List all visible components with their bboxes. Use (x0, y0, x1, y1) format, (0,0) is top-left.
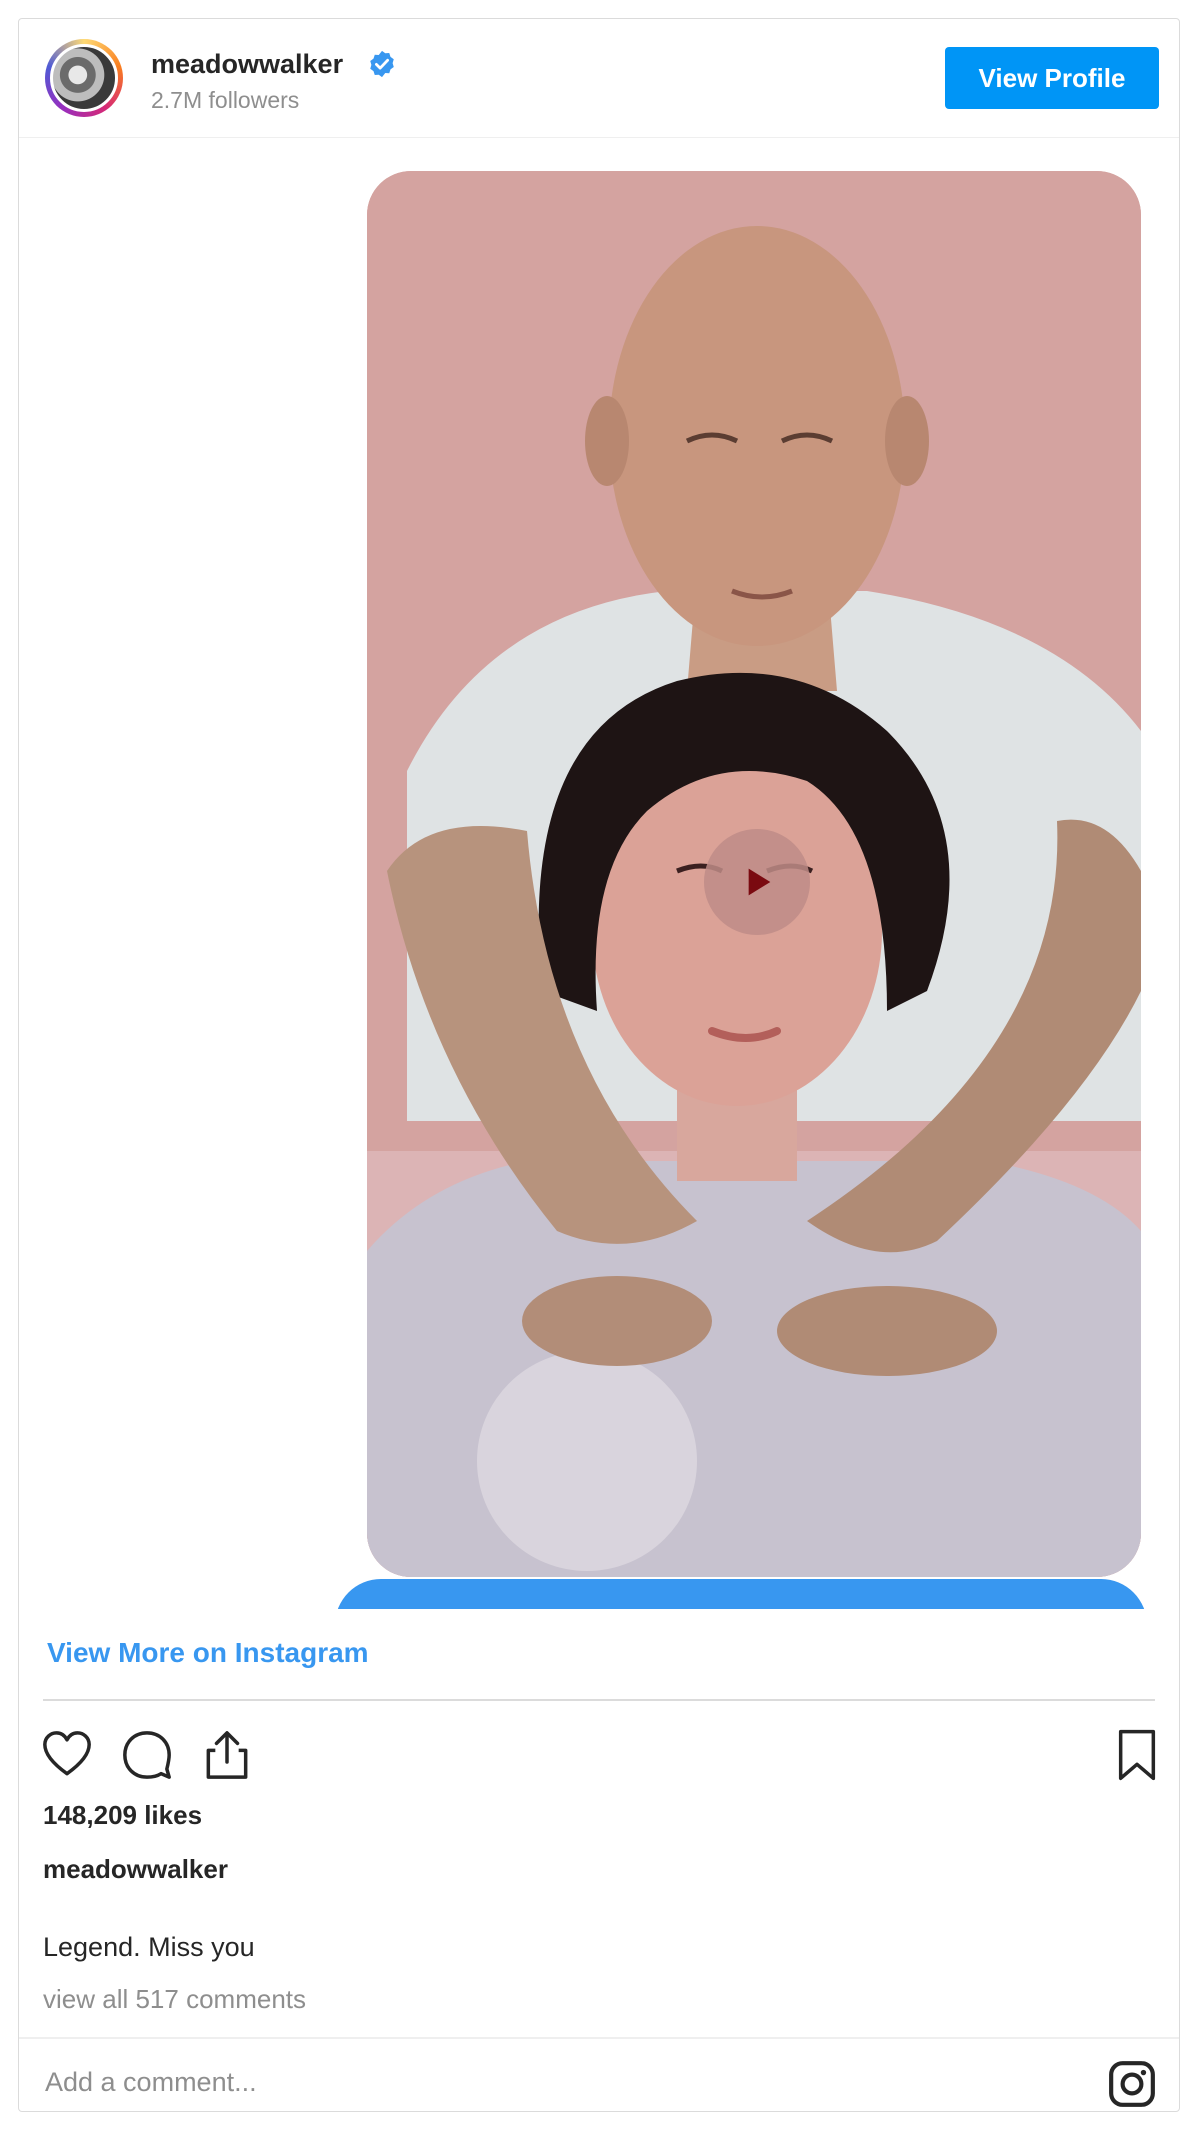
follower-count: 2.7M followers (151, 87, 300, 113)
post-header: meadowwalker 2.7M followers View Profile (19, 19, 1179, 138)
view-comments-link[interactable]: view all 517 comments (43, 1984, 306, 2015)
play-button[interactable] (704, 829, 810, 935)
post-media[interactable] (19, 139, 1179, 1609)
caption-username[interactable]: meadowwalker (43, 1854, 228, 1885)
divider (19, 2037, 1179, 2039)
like-count[interactable]: 148,209 likes (43, 1800, 202, 1831)
bookmark-icon[interactable] (1109, 1727, 1165, 1783)
divider (43, 1699, 1155, 1701)
verified-badge-icon (370, 50, 394, 78)
instagram-logo-icon[interactable] (1107, 2059, 1157, 2109)
heart-icon[interactable] (39, 1727, 95, 1783)
comment-icon[interactable] (119, 1727, 175, 1783)
username[interactable]: meadowwalker (151, 49, 343, 80)
action-bar (19, 1727, 1179, 1787)
share-icon[interactable] (199, 1727, 255, 1783)
avatar[interactable] (50, 44, 118, 112)
view-more-link[interactable]: View More on Instagram (47, 1637, 369, 1669)
add-comment-input[interactable] (43, 2053, 1047, 2111)
view-profile-button[interactable]: View Profile (945, 47, 1159, 109)
play-icon (748, 868, 771, 896)
post-caption: Legend. Miss you (43, 1932, 255, 1962)
instagram-embed-card: meadowwalker 2.7M followers View Profile (18, 18, 1180, 2112)
message-bubble (335, 1579, 1147, 1609)
avatar-ring[interactable] (45, 39, 123, 117)
